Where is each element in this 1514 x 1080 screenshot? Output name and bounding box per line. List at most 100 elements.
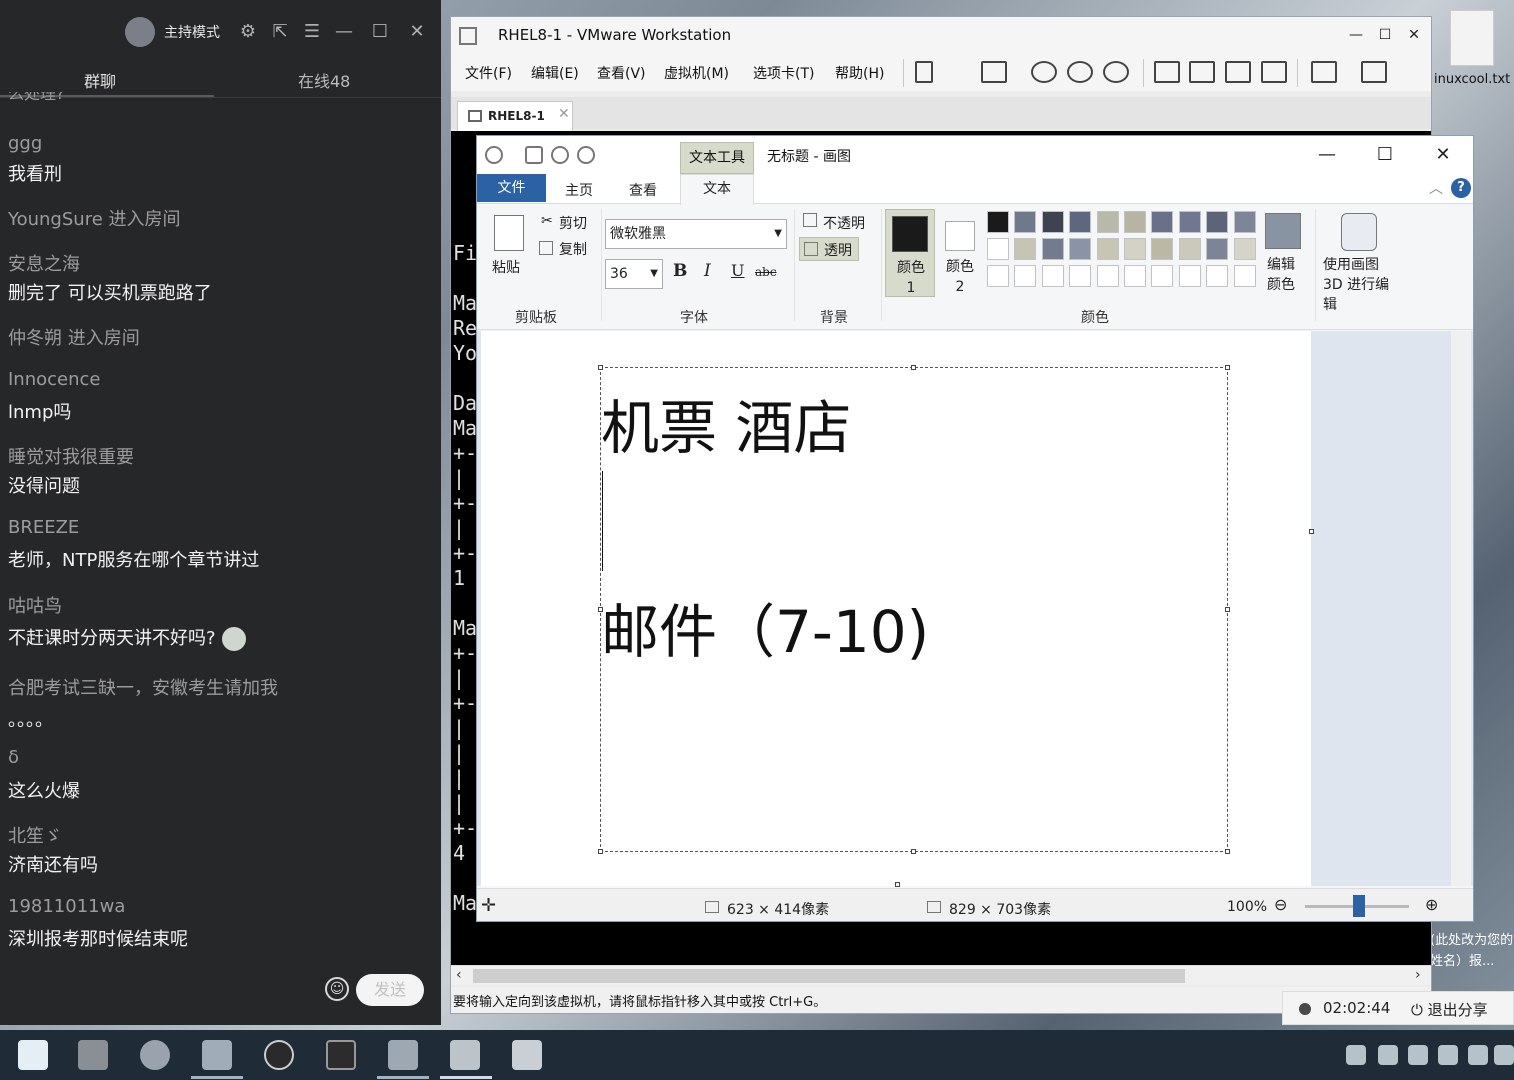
console-icon[interactable] [1311, 61, 1337, 83]
palette-swatch[interactable] [1233, 265, 1256, 287]
paint-app-icon[interactable] [485, 146, 503, 164]
send-button[interactable]: 发送 [356, 974, 424, 1006]
opaque-button[interactable]: 不透明 [823, 213, 865, 233]
fullscreen-icon[interactable] [1225, 61, 1251, 83]
zoom-out-icon[interactable]: ⊖ [1274, 895, 1287, 914]
menu-file[interactable]: 文件(F) [465, 63, 512, 83]
maximize-icon[interactable]: ☐ [368, 20, 392, 44]
palette-swatch[interactable] [1151, 211, 1174, 233]
palette-swatch[interactable] [1124, 211, 1146, 233]
thumbnail-icon[interactable] [1189, 61, 1215, 83]
palette-swatch[interactable] [1151, 265, 1174, 287]
palette-swatch[interactable] [1124, 265, 1146, 287]
palette-swatch[interactable] [1069, 211, 1092, 233]
horizontal-scrollbar[interactable]: ‹ › [451, 965, 1431, 985]
save-icon[interactable] [525, 146, 543, 164]
font-family-select[interactable]: 微软雅黑 ▼ [605, 219, 787, 249]
avatar[interactable] [125, 17, 155, 47]
help-icon[interactable]: ? [1451, 178, 1471, 198]
external-link-icon[interactable]: ⇱ [268, 20, 292, 44]
palette-swatch[interactable] [1178, 238, 1201, 260]
strikethrough-icon[interactable]: abc [755, 265, 777, 279]
scroll-left-icon[interactable]: ‹ [456, 967, 462, 983]
tab-file[interactable]: 文件 [477, 174, 546, 202]
microphone-icon[interactable] [1346, 1045, 1366, 1065]
canvas-resize-handle[interactable] [895, 882, 900, 887]
palette-swatch[interactable] [987, 238, 1009, 260]
tab-text[interactable]: 文本 [680, 174, 754, 205]
resize-handle[interactable] [1225, 365, 1230, 370]
menu-icon[interactable]: ☰ [300, 20, 324, 44]
vm-console-app-icon[interactable] [388, 1040, 418, 1070]
palette-swatch[interactable] [1178, 211, 1201, 233]
paint3d-button[interactable]: 使用画图 3D 进行编辑 [1323, 255, 1403, 315]
zoom-in-icon[interactable]: ⊕ [1425, 895, 1438, 914]
italic-icon[interactable]: I [704, 261, 711, 281]
palette-swatch[interactable] [1096, 265, 1119, 287]
stretch-icon[interactable] [1361, 61, 1387, 83]
paste-icon[interactable] [494, 215, 524, 251]
copy-icon[interactable] [539, 241, 553, 255]
palette-swatch[interactable] [1233, 211, 1256, 233]
palette-swatch[interactable] [1096, 211, 1119, 233]
redo-icon[interactable] [577, 146, 595, 164]
close-icon[interactable]: ✕ [1399, 23, 1429, 47]
tab-view[interactable]: 查看 [629, 180, 657, 200]
resize-handle[interactable] [1225, 849, 1230, 854]
palette-swatch[interactable] [1014, 265, 1037, 287]
menu-help[interactable]: 帮助(H) [835, 63, 884, 83]
minimize-icon[interactable]: — [332, 20, 356, 44]
chrome-icon[interactable] [140, 1040, 170, 1070]
resize-handle[interactable] [598, 365, 603, 370]
zoom-slider-thumb[interactable] [1353, 895, 1365, 917]
palette-swatch[interactable] [1206, 238, 1229, 260]
maximize-icon[interactable]: ☐ [1370, 23, 1400, 47]
settings-icon[interactable]: ⚙ [236, 20, 260, 44]
menu-view[interactable]: 查看(V) [597, 63, 646, 83]
maximize-icon[interactable]: ☐ [1365, 142, 1405, 168]
palette-swatch[interactable] [987, 265, 1009, 287]
send-keys-icon[interactable] [981, 61, 1007, 83]
palette-swatch[interactable] [1041, 211, 1064, 233]
font-size-select[interactable]: 36 ▼ [605, 259, 663, 289]
palette-swatch[interactable] [1069, 238, 1092, 260]
tab-rhel8-1[interactable]: RHEL8-1 ✕ [457, 101, 573, 131]
scrollbar-thumb[interactable] [473, 969, 1185, 983]
video-app-icon[interactable] [326, 1040, 356, 1070]
cut-button[interactable]: 剪切 [559, 213, 587, 233]
vertical-scrollbar[interactable] [1451, 331, 1471, 886]
copy-button[interactable]: 复制 [559, 239, 587, 259]
palette-swatch[interactable] [987, 211, 1009, 233]
qq-icon[interactable] [1438, 1045, 1458, 1065]
undo-icon[interactable] [551, 146, 569, 164]
menu-tabs[interactable]: 选项卡(T) [753, 63, 814, 83]
menu-vm[interactable]: 虚拟机(M) [664, 63, 729, 83]
collapse-ribbon-icon[interactable]: ︿ [1429, 178, 1443, 198]
palette-swatch[interactable] [1151, 238, 1174, 260]
notepad-app-icon[interactable] [512, 1040, 542, 1070]
tab-home[interactable]: 主页 [565, 180, 593, 200]
unity-icon[interactable] [1261, 61, 1287, 83]
edit-colors-icon[interactable] [1265, 213, 1301, 249]
vmware-taskbar-icon[interactable] [202, 1040, 232, 1070]
file-explorer-icon[interactable] [78, 1040, 108, 1070]
resize-handle[interactable] [911, 849, 916, 854]
canvas-resize-handle[interactable] [1309, 529, 1314, 534]
edit-colors-button[interactable]: 编辑颜色 [1267, 255, 1301, 295]
scissors-icon[interactable]: ✂ [541, 213, 553, 229]
close-icon[interactable]: ✕ [405, 20, 429, 44]
revert-snapshot-icon[interactable] [1067, 61, 1093, 83]
library-icon[interactable] [1154, 61, 1180, 83]
paint-app-icon[interactable] [450, 1040, 480, 1070]
palette-swatch[interactable] [1124, 238, 1146, 260]
color1-button[interactable]: 颜色 1 [885, 209, 935, 297]
qq-icon[interactable] [1468, 1045, 1488, 1065]
tray-app-icon[interactable] [1378, 1045, 1398, 1065]
menu-edit[interactable]: 编辑(E) [531, 63, 579, 83]
palette-swatch[interactable] [1096, 238, 1119, 260]
underline-icon[interactable]: U [731, 261, 744, 280]
minimize-icon[interactable]: — [1307, 142, 1347, 168]
palette-swatch[interactable] [1233, 238, 1256, 260]
qq-icon[interactable] [1494, 1045, 1514, 1065]
drawing-canvas[interactable]: 机票 酒店 邮件（7-10) [481, 331, 1314, 887]
